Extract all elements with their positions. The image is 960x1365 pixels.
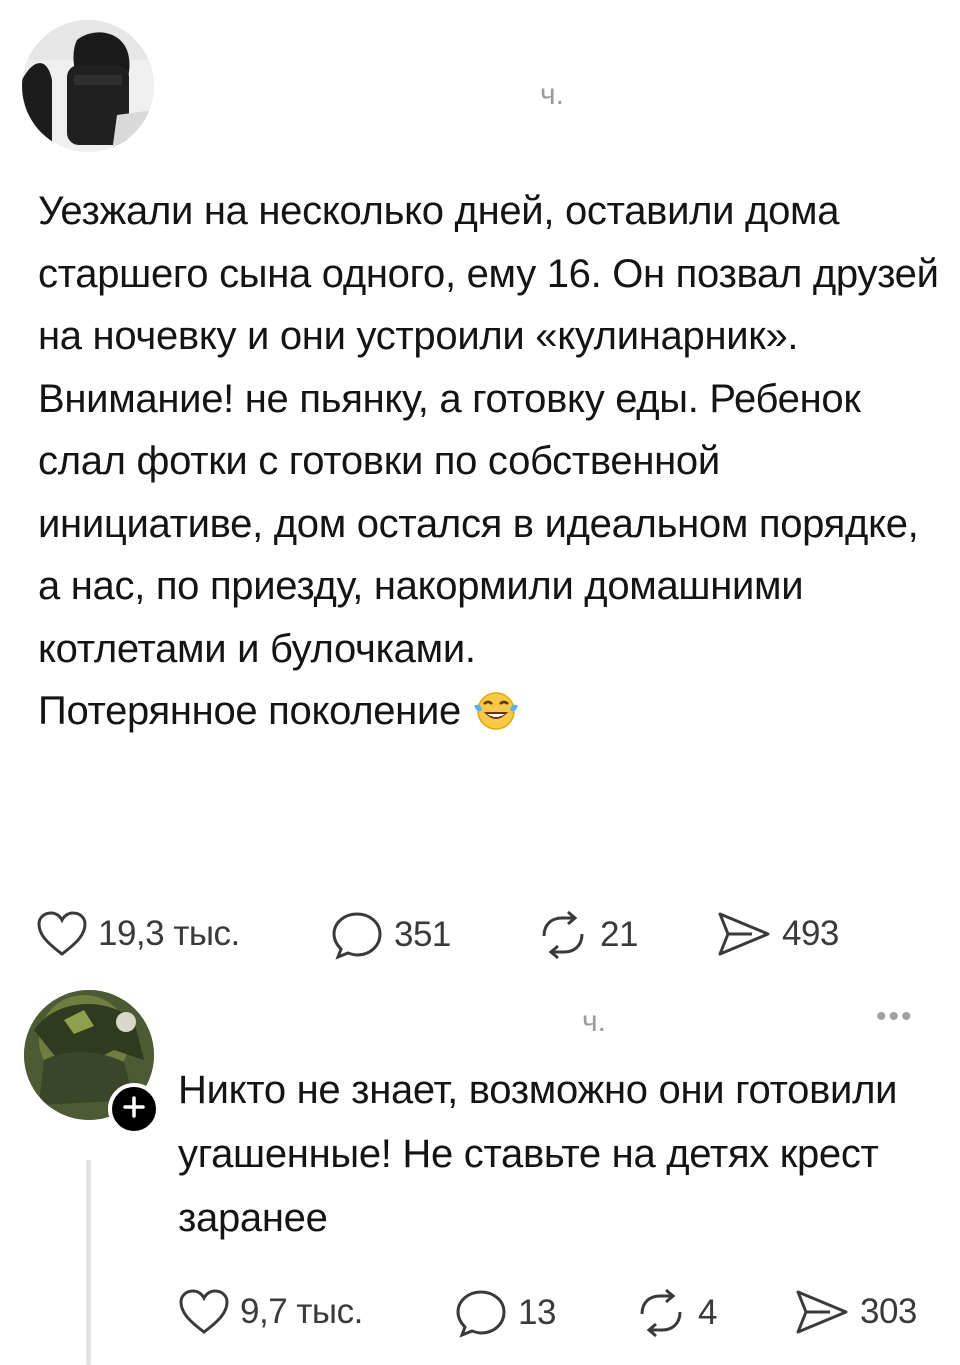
reply-repost-button[interactable]: 4 (634, 1288, 717, 1338)
share-button[interactable]: 493 (716, 910, 839, 958)
plus-icon (123, 1095, 145, 1123)
speech-bubble-icon (454, 1288, 508, 1338)
post-time: ч. (540, 78, 564, 111)
reply-share-button[interactable]: 303 (794, 1288, 917, 1336)
heart-icon (178, 1288, 230, 1336)
repost-count: 21 (600, 915, 638, 954)
post-body: Уезжали на несколько дней, оставили дома… (38, 180, 943, 749)
reply-repost-count: 4 (698, 1293, 717, 1332)
comment-button[interactable]: 351 (330, 910, 451, 960)
repost-icon (634, 1288, 688, 1338)
like-button[interactable]: 19,3 тыс. (36, 910, 240, 958)
reply-like-button[interactable]: 9,7 тыс. (178, 1288, 363, 1336)
more-options-button[interactable]: ••• (876, 1000, 914, 1034)
author-avatar[interactable] (22, 20, 154, 152)
follow-button[interactable] (108, 1083, 160, 1135)
like-count: 19,3 тыс. (98, 914, 240, 953)
reply-share-count: 303 (860, 1292, 917, 1331)
reply-comment-button[interactable]: 13 (454, 1288, 556, 1338)
reply-body: Никто не знает, возможно они готовили уг… (178, 1068, 909, 1240)
reply-time: ч. (582, 1005, 606, 1038)
post-text: Уезжали на несколько дней, оставили дома… (38, 189, 939, 733)
reply-comment-count: 13 (518, 1293, 556, 1332)
tears-of-joy-emoji (472, 686, 520, 749)
send-icon (716, 910, 772, 958)
repost-button[interactable]: 21 (536, 910, 638, 960)
share-count: 493 (782, 914, 839, 953)
send-icon (794, 1288, 850, 1336)
repost-icon (536, 910, 590, 960)
heart-icon (36, 910, 88, 958)
comment-count: 351 (394, 915, 451, 954)
reply-like-count: 9,7 тыс. (240, 1292, 363, 1331)
thread-line (86, 1160, 91, 1365)
speech-bubble-icon (330, 910, 384, 960)
